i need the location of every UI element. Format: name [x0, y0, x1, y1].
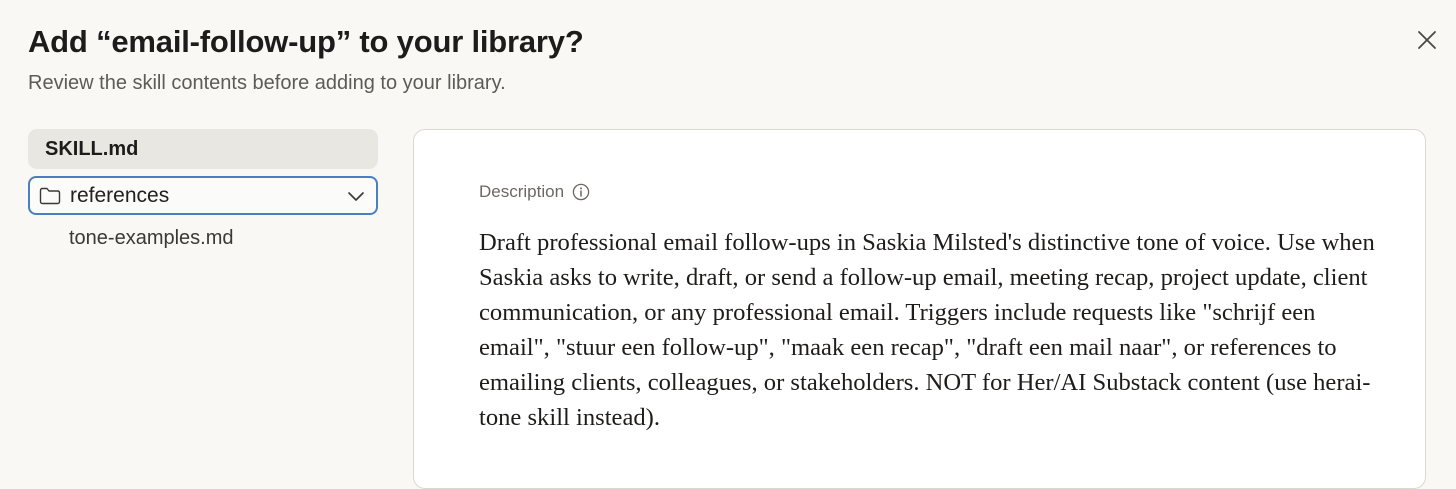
description-label: Description: [479, 182, 590, 202]
dialog-title: Add “email-follow-up” to your library?: [28, 24, 584, 59]
folder-label: references: [70, 183, 170, 207]
file-item-skill-md[interactable]: SKILL.md: [28, 129, 378, 169]
dialog-subtitle: Review the skill contents before adding …: [28, 72, 506, 94]
folder-item-references[interactable]: references: [28, 176, 378, 215]
file-item-label: SKILL.md: [45, 137, 139, 160]
file-item-label: tone-examples.md: [69, 226, 234, 249]
folder-icon: [39, 187, 61, 205]
description-text: Draft professional email follow-ups in S…: [479, 229, 1375, 431]
info-icon[interactable]: [572, 183, 590, 201]
add-skill-dialog: Add “email-follow-up” to your library? R…: [0, 0, 1456, 489]
skill-content-panel: Description Draft professional email fol…: [413, 129, 1426, 489]
file-tree: SKILL.md references tone-examples.md: [28, 129, 378, 253]
chevron-down-icon: [346, 189, 366, 203]
file-item-tone-examples[interactable]: tone-examples.md: [28, 223, 378, 253]
description-label-text: Description: [479, 182, 565, 201]
close-icon: [1418, 31, 1436, 49]
close-button[interactable]: [1412, 26, 1442, 54]
